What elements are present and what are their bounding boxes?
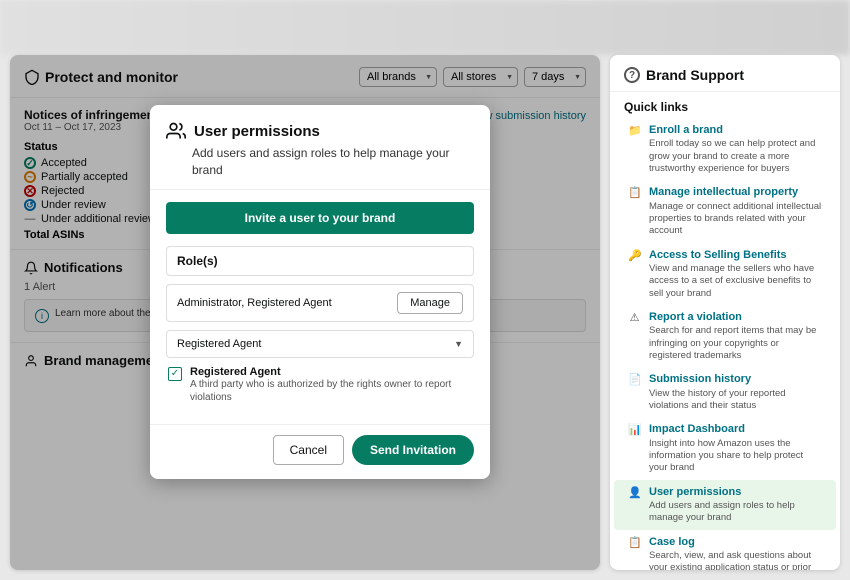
quick-link-content-6: User permissionsAdd users and assign rol… (649, 485, 822, 525)
left-panel: Protect and monitor All brands All store… (10, 55, 600, 570)
brand-support-header: ? Brand Support (610, 55, 840, 92)
dropdown-text: Registered Agent (177, 338, 261, 350)
quick-link-content-0: Enroll a brandEnroll today so we can hel… (649, 123, 822, 175)
quick-link-title-7: Case log (649, 535, 822, 549)
quick-link-desc-0: Enroll today so we can help protect and … (649, 138, 822, 175)
quick-link-title-2: Access to Selling Benefits (649, 248, 822, 262)
main-wrapper: Protect and monitor All brands All store… (10, 55, 840, 570)
quick-link-desc-3: Search for and report items that may be … (649, 325, 822, 362)
checkbox-checked-icon[interactable]: ✓ (168, 367, 182, 381)
modal-overlay: User permissions Add users and assign ro… (10, 55, 600, 570)
quick-link-item-2[interactable]: 🔑 Access to Selling BenefitsView and mana… (614, 243, 836, 305)
modal-subtitle: Add users and assign roles to help manag… (166, 145, 474, 179)
quick-link-icon-6: 👤 (628, 486, 641, 499)
roles-label: Role(s) (177, 254, 218, 268)
user-permissions-modal: User permissions Add users and assign ro… (150, 105, 490, 479)
current-role-row: Administrator, Registered Agent Manage (166, 284, 474, 322)
quick-link-content-5: Impact Dashboard Insight into how Amazon … (649, 422, 822, 474)
quick-link-content-7: Case logSearch, view, and ask questions … (649, 535, 822, 570)
manage-button[interactable]: Manage (397, 292, 463, 314)
quick-link-item-5[interactable]: 📊 Impact Dashboard Insight into how Amazon… (614, 417, 836, 479)
quick-link-content-2: Access to Selling BenefitsView and manag… (649, 248, 822, 300)
modal-title: User permissions (194, 123, 320, 140)
quick-link-content-3: Report a violationSearch for and report … (649, 310, 822, 362)
quick-link-item-0[interactable]: 📁 Enroll a brandEnroll today so we can he… (614, 118, 836, 180)
checkbox-content: Registered Agent A third party who is au… (190, 366, 472, 404)
quick-link-item-1[interactable]: 📋 Manage intellectual property Manage or c… (614, 180, 836, 242)
quick-link-icon-1: 📋 (628, 186, 641, 199)
roles-row: Role(s) (166, 246, 474, 276)
brand-support-title: Brand Support (646, 67, 744, 83)
quick-link-icon-7: 📋 (628, 536, 641, 549)
checkbox-desc: A third party who is authorized by the r… (190, 378, 472, 404)
quick-link-desc-7: Search, view, and ask questions about yo… (649, 550, 822, 570)
quick-link-icon-3: ⚠ (628, 311, 641, 324)
quick-link-content-1: Manage intellectual property Manage or co… (649, 185, 822, 237)
quick-link-icon-5: 📊 (628, 423, 641, 436)
blurred-header (0, 0, 850, 55)
invite-user-button[interactable]: Invite a user to your brand (166, 202, 474, 234)
checkbox-row: ✓ Registered Agent A third party who is … (166, 366, 474, 404)
modal-users-icon (166, 121, 186, 141)
modal-body: Invite a user to your brand Role(s) Admi… (150, 190, 490, 424)
quick-link-desc-6: Add users and assign roles to help manag… (649, 500, 822, 525)
quick-link-item-6[interactable]: 👤 User permissionsAdd users and assign ro… (614, 480, 836, 530)
modal-title-row: User permissions (166, 121, 474, 141)
quick-link-item-7[interactable]: 📋 Case logSearch, view, and ask questions… (614, 530, 836, 570)
cancel-button[interactable]: Cancel (273, 435, 344, 465)
role-dropdown[interactable]: Registered Agent ▼ (166, 330, 474, 358)
quick-links-label: Quick links (610, 92, 840, 118)
modal-footer: Cancel Send Invitation (150, 424, 490, 479)
quick-link-item-3[interactable]: ⚠ Report a violationSearch for and report… (614, 305, 836, 367)
quick-link-item-4[interactable]: 📄 Submission history View the history of y… (614, 367, 836, 417)
quick-link-icon-4: 📄 (628, 373, 641, 386)
quick-link-title-5: Impact Dashboard (649, 422, 822, 436)
dropdown-arrow-icon: ▼ (454, 339, 463, 349)
quick-links-container: 📁 Enroll a brandEnroll today so we can he… (610, 118, 840, 570)
quick-link-title-1: Manage intellectual property (649, 185, 822, 199)
current-role-name: Administrator, Registered Agent (177, 297, 332, 309)
quick-link-title-3: Report a violation (649, 310, 822, 324)
quick-link-desc-4: View the history of your reported violat… (649, 388, 822, 413)
checkbox-title: Registered Agent (190, 366, 472, 378)
quick-link-title-0: Enroll a brand (649, 123, 822, 137)
right-panel: ? Brand Support Quick links 📁 Enroll a br… (610, 55, 840, 570)
quick-link-title-4: Submission history (649, 372, 822, 386)
quick-link-desc-5: Insight into how Amazon uses the informa… (649, 438, 822, 475)
quick-link-icon-2: 🔑 (628, 249, 641, 262)
question-icon: ? (624, 67, 640, 83)
quick-link-content-4: Submission history View the history of yo… (649, 372, 822, 412)
quick-link-title-6: User permissions (649, 485, 822, 499)
quick-link-desc-1: Manage or connect additional intellectua… (649, 201, 822, 238)
modal-header: User permissions Add users and assign ro… (150, 105, 490, 190)
quick-link-desc-2: View and manage the sellers who have acc… (649, 263, 822, 300)
send-invitation-button[interactable]: Send Invitation (352, 435, 474, 465)
quick-link-icon-0: 📁 (628, 124, 641, 137)
